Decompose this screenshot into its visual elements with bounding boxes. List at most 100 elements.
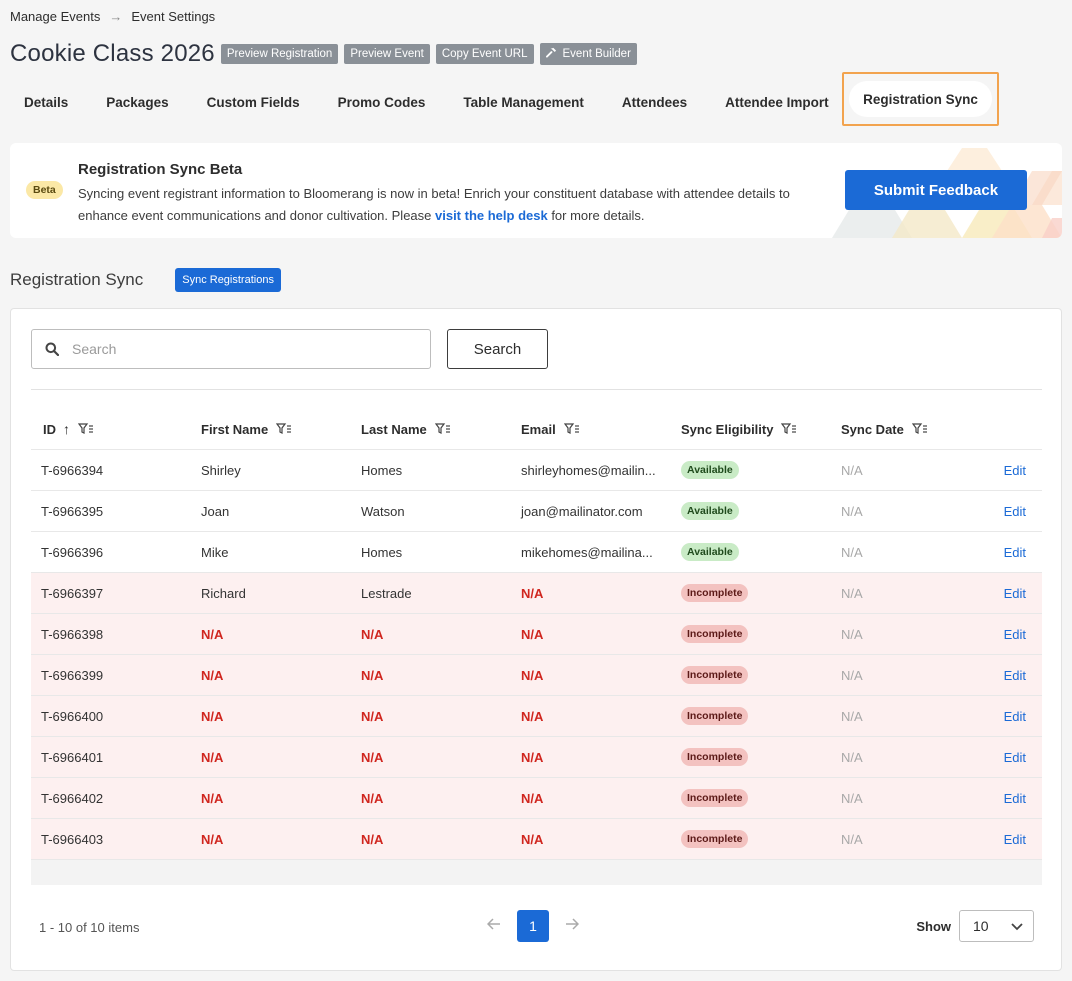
filter-icon[interactable] (911, 423, 928, 435)
title-row: Cookie Class 2026 Preview Registration P… (10, 40, 643, 68)
submit-feedback-button[interactable]: Submit Feedback (845, 170, 1027, 210)
cell-email: N/A (521, 585, 544, 601)
beta-text-before: Syncing event registrant information to … (78, 186, 790, 223)
table-scrollbar-area[interactable] (31, 860, 1042, 885)
cell-sync-date: N/A (841, 831, 863, 847)
cell-sync-date: N/A (841, 667, 863, 683)
help-desk-link[interactable]: visit the help desk (435, 208, 548, 223)
edit-link[interactable]: Edit (991, 504, 1042, 519)
cell-sync-eligibility: Incomplete (671, 830, 831, 848)
status-badge: Available (681, 502, 739, 520)
breadcrumb-manage-events[interactable]: Manage Events (10, 9, 100, 24)
tab-bar: Details Packages Custom Fields Promo Cod… (10, 84, 848, 120)
search-input[interactable] (72, 341, 412, 357)
next-page-arrow-icon[interactable] (559, 917, 585, 935)
page-button-current[interactable]: 1 (517, 910, 549, 942)
cell-id: T-6966401 (41, 749, 104, 765)
cell-email: N/A (521, 626, 544, 642)
tab-packages[interactable]: Packages (87, 84, 187, 120)
edit-link[interactable]: Edit (991, 627, 1042, 642)
filter-icon[interactable] (563, 423, 580, 435)
cell-first-name: N/A (201, 831, 224, 847)
event-builder-button[interactable]: Event Builder (539, 43, 637, 65)
column-label-last-name: Last Name (361, 421, 427, 437)
column-header-id[interactable]: ID ↑ (31, 421, 191, 437)
copy-event-url-button[interactable]: Copy Event URL (435, 44, 534, 64)
tab-table-management[interactable]: Table Management (444, 84, 603, 120)
cell-sync-eligibility: Incomplete (671, 707, 831, 725)
preview-event-button[interactable]: Preview Event (344, 44, 430, 64)
sort-ascending-icon[interactable]: ↑ (63, 421, 70, 437)
filter-icon[interactable] (78, 423, 94, 435)
preview-registration-button[interactable]: Preview Registration (220, 44, 339, 64)
cell-id: T-6966400 (41, 708, 104, 724)
column-label-sync-eligibility: Sync Eligibility (681, 421, 774, 437)
status-badge: Available (681, 543, 739, 561)
edit-link[interactable]: Edit (991, 545, 1042, 560)
cell-first-name: N/A (201, 626, 224, 642)
tab-registration-sync[interactable]: Registration Sync (849, 81, 992, 117)
tab-custom-fields[interactable]: Custom Fields (188, 84, 319, 120)
cell-last-name: N/A (361, 667, 384, 683)
registrations-table: ID ↑ First Name Last Name Email Sync Eli… (31, 409, 1042, 885)
status-badge: Incomplete (681, 625, 749, 643)
cell-last-name: Homes (361, 462, 403, 478)
edit-link[interactable]: Edit (991, 750, 1042, 765)
sync-registrations-button[interactable]: Sync Registrations (175, 268, 281, 292)
cell-last-name: N/A (361, 708, 384, 724)
page-size-select[interactable]: 10 (959, 910, 1034, 942)
event-builder-label: Event Builder (562, 48, 631, 60)
table-row: T-6966398 N/A N/A N/A Incomplete N/A Edit (31, 614, 1042, 655)
cell-sync-date: N/A (841, 708, 863, 724)
cell-sync-date: N/A (841, 749, 863, 765)
status-badge: Incomplete (681, 584, 749, 602)
edit-link[interactable]: Edit (991, 791, 1042, 806)
tab-promo-codes[interactable]: Promo Codes (319, 84, 445, 120)
hammer-icon (545, 47, 557, 61)
table-row: T-6966395 Joan Watson joan@mailinator.com Av… (31, 491, 1042, 532)
tab-details[interactable]: Details (10, 84, 87, 120)
cell-sync-date: N/A (841, 585, 863, 601)
cell-sync-date: N/A (841, 626, 863, 642)
cell-first-name: N/A (201, 667, 224, 683)
cell-sync-eligibility: Incomplete (671, 584, 831, 602)
status-badge: Incomplete (681, 748, 749, 766)
cell-first-name: N/A (201, 790, 224, 806)
column-label-first-name: First Name (201, 421, 269, 437)
filter-icon[interactable] (781, 423, 797, 435)
table-row: T-6966394 Shirley Homes shirleyhomes@mailin… (31, 450, 1042, 491)
status-badge: Incomplete (681, 789, 749, 807)
cell-email: mikehomes@mailina... (521, 544, 653, 560)
column-header-sync-date[interactable]: Sync Date (831, 422, 991, 437)
breadcrumb-event-settings: Event Settings (131, 9, 216, 24)
column-header-last-name[interactable]: Last Name (351, 422, 511, 437)
cell-last-name: Lestrade (361, 585, 412, 601)
cell-sync-eligibility: Incomplete (671, 666, 831, 684)
cell-email: N/A (521, 749, 544, 765)
cell-sync-eligibility: Available (671, 502, 831, 520)
column-header-first-name[interactable]: First Name (191, 422, 351, 437)
cell-last-name: Homes (361, 544, 403, 560)
cell-id: T-6966396 (41, 544, 104, 560)
edit-link[interactable]: Edit (991, 709, 1042, 724)
column-header-email[interactable]: Email (511, 422, 671, 437)
edit-link[interactable]: Edit (991, 832, 1042, 847)
beta-text-after: for more details. (547, 208, 645, 223)
cell-sync-date: N/A (841, 544, 863, 560)
tab-attendee-import[interactable]: Attendee Import (706, 84, 848, 120)
search-button[interactable]: Search (447, 329, 548, 369)
filter-icon[interactable] (276, 423, 292, 435)
page-size-control: Show 10 (916, 910, 1034, 942)
cell-first-name: N/A (201, 708, 224, 724)
filter-icon[interactable] (434, 423, 451, 435)
edit-link[interactable]: Edit (991, 586, 1042, 601)
column-header-sync-eligibility[interactable]: Sync Eligibility (671, 422, 831, 437)
previous-page-arrow-icon[interactable] (481, 917, 507, 935)
search-box[interactable] (31, 329, 431, 369)
cell-id: T-6966398 (41, 626, 104, 642)
table-header: ID ↑ First Name Last Name Email Sync Eli… (31, 409, 1042, 450)
tab-attendees[interactable]: Attendees (603, 84, 706, 120)
edit-link[interactable]: Edit (991, 668, 1042, 683)
edit-link[interactable]: Edit (991, 463, 1042, 478)
divider (31, 389, 1042, 390)
